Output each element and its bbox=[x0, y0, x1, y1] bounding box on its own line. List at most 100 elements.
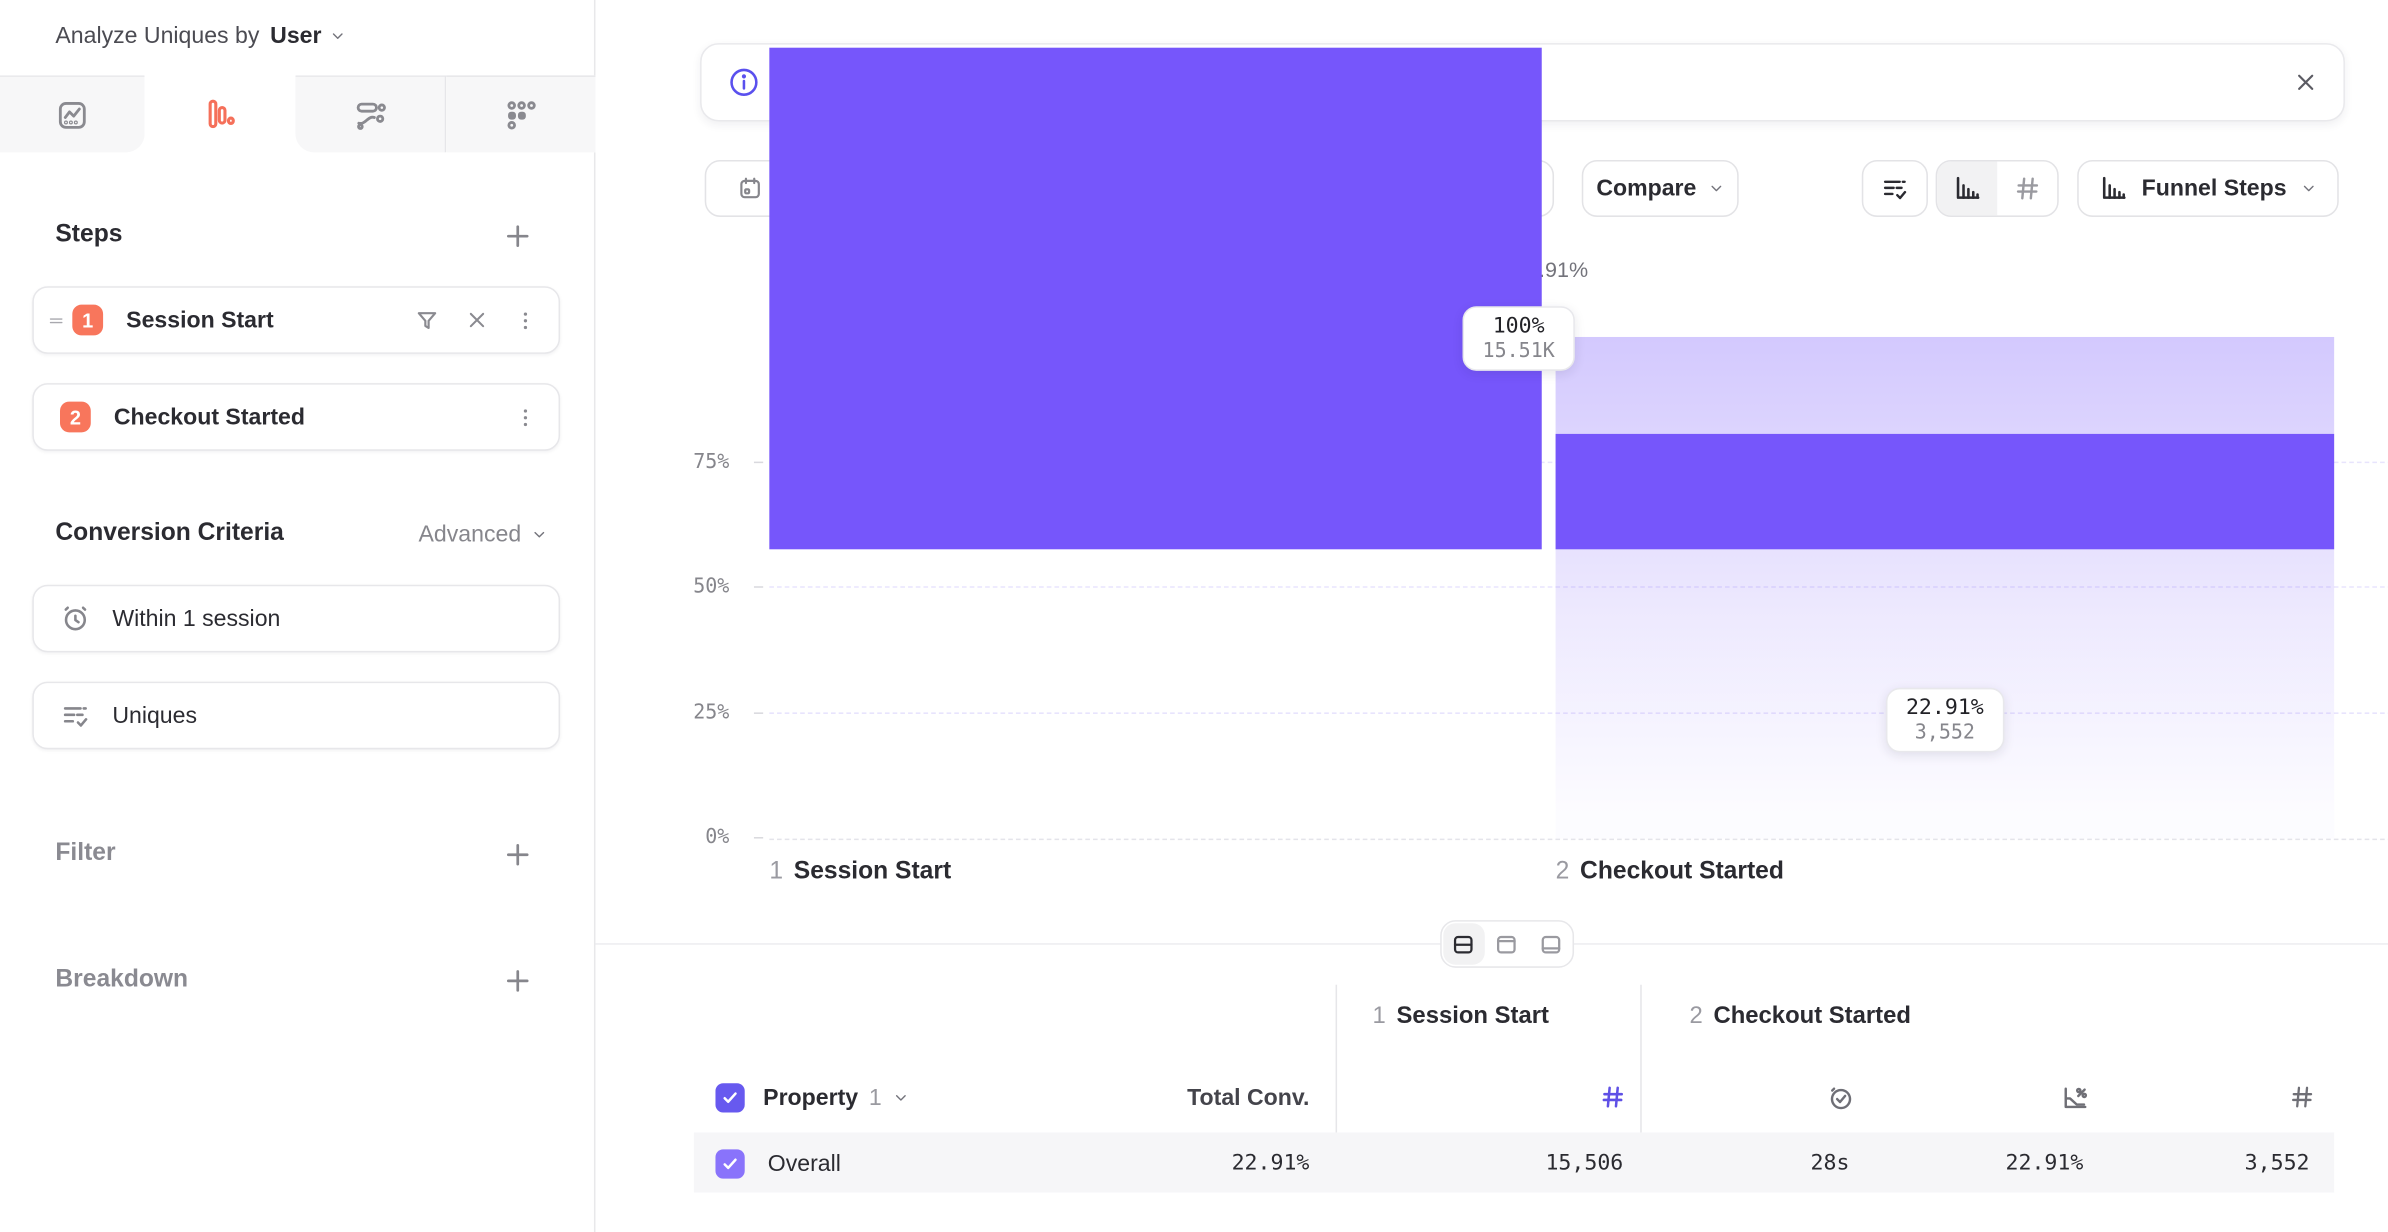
tab-funnels[interactable] bbox=[145, 75, 296, 152]
chevron-down-icon bbox=[892, 1089, 909, 1106]
retention-icon bbox=[504, 98, 538, 132]
filter-title: Filter bbox=[55, 840, 115, 868]
step-name: Checkout Started bbox=[1713, 1003, 1910, 1029]
count-metric-header-step2[interactable] bbox=[2134, 1082, 2316, 1113]
property-header[interactable]: Property 1 bbox=[763, 1082, 909, 1113]
counting-method-card[interactable]: Uniques bbox=[32, 682, 560, 750]
step-menu-icon[interactable] bbox=[514, 405, 537, 428]
chevron-down-icon bbox=[530, 526, 547, 543]
add-step-button[interactable] bbox=[502, 220, 534, 252]
advanced-label: Advanced bbox=[419, 522, 522, 548]
tooltip-count: 15.51K bbox=[1483, 340, 1555, 363]
flows-icon bbox=[353, 98, 387, 132]
funnel-bar-2[interactable] bbox=[1556, 434, 2335, 549]
advanced-dropdown[interactable]: Advanced bbox=[419, 522, 548, 548]
clock-check-icon bbox=[1826, 1082, 1855, 1111]
step-number: 2 bbox=[1689, 1003, 1702, 1029]
tooltip-count: 3,552 bbox=[1906, 722, 1984, 745]
check-icon bbox=[720, 1153, 740, 1173]
select-all-checkbox[interactable] bbox=[715, 1082, 744, 1113]
tooltip-percent: 100% bbox=[1483, 314, 1555, 339]
analyze-by-value: User bbox=[270, 22, 321, 48]
conversion-rate-icon bbox=[2060, 1082, 2089, 1111]
hash-icon bbox=[1599, 1083, 1627, 1111]
rate-metric-header-step2[interactable] bbox=[1903, 1082, 2089, 1113]
report-type-tabs bbox=[0, 75, 595, 152]
y-tick bbox=[754, 586, 763, 588]
y-tick bbox=[754, 712, 763, 714]
table-group-step-1: 1 Session Start bbox=[1372, 1003, 1548, 1031]
step-name: Checkout Started bbox=[1580, 859, 1784, 885]
y-axis-label: 75% bbox=[660, 451, 729, 474]
step-card-1[interactable]: 1 Session Start bbox=[32, 286, 560, 354]
bar-1-tooltip: 100% 15.51K bbox=[1463, 306, 1575, 371]
row-step1-count: 15,506 bbox=[1365, 1148, 1623, 1179]
tab-flows[interactable] bbox=[295, 75, 446, 152]
remove-step-icon[interactable] bbox=[465, 308, 490, 333]
step-name: Session Start bbox=[1397, 1003, 1549, 1029]
step-name: Session Start bbox=[126, 307, 414, 333]
bottom-layout-icon bbox=[1538, 932, 1563, 957]
split-layout-icon bbox=[1451, 932, 1476, 957]
analyze-by-label: Analyze Uniques by bbox=[55, 22, 259, 48]
filter-step-icon[interactable] bbox=[414, 307, 440, 333]
step-number-badge: 2 bbox=[60, 402, 91, 433]
conversion-window-card[interactable]: Within 1 session bbox=[32, 585, 560, 653]
main-area: Welcome! You are viewing a Mixpanel demo… bbox=[595, 0, 2388, 1232]
gridline-0 bbox=[769, 839, 2388, 841]
tab-insights[interactable] bbox=[0, 75, 145, 152]
add-breakdown-button[interactable] bbox=[502, 965, 534, 997]
y-tick bbox=[754, 837, 763, 839]
property-index: 1 bbox=[869, 1084, 882, 1110]
add-filter-button[interactable] bbox=[502, 839, 534, 871]
chevron-down-icon bbox=[329, 27, 346, 44]
x-axis-label-1: 1Session Start bbox=[769, 859, 951, 887]
split-layout-option[interactable] bbox=[1443, 923, 1485, 965]
analyze-by-row: Analyze Uniques by User bbox=[55, 17, 346, 54]
table-layout-option[interactable] bbox=[1530, 923, 1572, 965]
mixpanel-funnel-page: Analyze Uniques by User Steps 1 bbox=[0, 0, 2388, 1232]
property-label: Property bbox=[763, 1084, 858, 1110]
step-card-2[interactable]: 2 Checkout Started bbox=[32, 383, 560, 451]
step-number: 1 bbox=[769, 859, 783, 885]
uniques-list-icon bbox=[60, 700, 91, 731]
funnels-icon bbox=[203, 97, 237, 131]
y-axis-label: 50% bbox=[660, 575, 729, 598]
drag-handle-icon[interactable] bbox=[48, 312, 65, 329]
table-group-step-2: 2 Checkout Started bbox=[1689, 1003, 1911, 1031]
time-metric-header-step2[interactable] bbox=[1673, 1082, 1856, 1113]
hash-icon bbox=[2288, 1083, 2316, 1111]
breakdown-title: Breakdown bbox=[55, 966, 188, 994]
row-name: Overall bbox=[768, 1148, 841, 1179]
insights-icon bbox=[55, 98, 89, 132]
step-menu-icon[interactable] bbox=[514, 309, 537, 332]
funnel-bar-1[interactable] bbox=[769, 48, 1541, 550]
total-conv-header: Total Conv. bbox=[1057, 1082, 1309, 1113]
y-axis-label: 25% bbox=[660, 702, 729, 725]
y-tick bbox=[754, 462, 763, 464]
tooltip-percent: 22.91% bbox=[1906, 695, 1984, 720]
row-checkbox[interactable] bbox=[715, 1148, 744, 1179]
steps-title: Steps bbox=[55, 222, 122, 250]
step-number: 1 bbox=[1372, 1003, 1385, 1029]
funnel-chart: 75% 50% 25% 0% 100% 15.51K 22.91% 3,552 bbox=[595, 0, 2388, 943]
step-number-badge: 1 bbox=[72, 305, 103, 336]
check-icon bbox=[720, 1087, 740, 1107]
bar-2-tooltip: 22.91% 3,552 bbox=[1886, 688, 2004, 753]
analyze-by-dropdown[interactable]: User bbox=[270, 22, 346, 48]
layout-toggle bbox=[1440, 920, 1574, 968]
conversion-criteria-title: Conversion Criteria bbox=[55, 520, 283, 548]
alarm-clock-icon bbox=[60, 603, 91, 634]
counting-method-label: Uniques bbox=[112, 702, 197, 728]
x-axis-label-2: 2 Checkout Started bbox=[1556, 859, 1784, 887]
conversion-window-label: Within 1 session bbox=[112, 605, 280, 631]
row-step2-count: 3,552 bbox=[2134, 1148, 2309, 1179]
step-name: Checkout Started bbox=[114, 404, 514, 430]
sidebar: Analyze Uniques by User Steps 1 bbox=[0, 0, 595, 1232]
y-axis-label: 0% bbox=[660, 826, 729, 849]
row-step2-rate: 22.91% bbox=[1903, 1148, 2083, 1179]
count-metric-header-step1[interactable] bbox=[1365, 1082, 1627, 1113]
chart-layout-option[interactable] bbox=[1486, 923, 1528, 965]
step-number: 2 bbox=[1556, 859, 1570, 885]
tab-retention[interactable] bbox=[446, 75, 595, 152]
